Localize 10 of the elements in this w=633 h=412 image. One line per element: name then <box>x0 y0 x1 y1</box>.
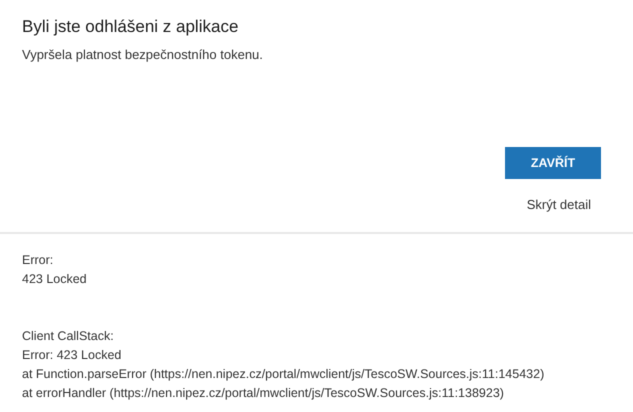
detail-line: 423 Locked <box>22 271 88 288</box>
close-button[interactable]: ZAVŘÍT <box>505 147 601 179</box>
detail-line: Error: 423 Locked <box>22 347 122 364</box>
detail-line: Error: <box>22 252 54 269</box>
dialog-title: Byli jste odhlášeni z aplikace <box>22 17 240 37</box>
detail-line: at errorHandler (https://nen.nipez.cz/portal/mwclient/js/TescoSW.Sources.js:11:138923) <box>22 385 505 402</box>
hide-detail-link[interactable]: Skrýt detail <box>526 195 591 214</box>
detail-line: Client CallStack: <box>22 328 115 345</box>
dialog-message: Vypršela platnost bezpečnostního tokenu. <box>22 47 264 63</box>
detail-line: at Function.parseError (https://nen.nipez.cz/portal/mwclient/js/TescoSW.Sources.js:11:145432) <box>22 366 546 383</box>
